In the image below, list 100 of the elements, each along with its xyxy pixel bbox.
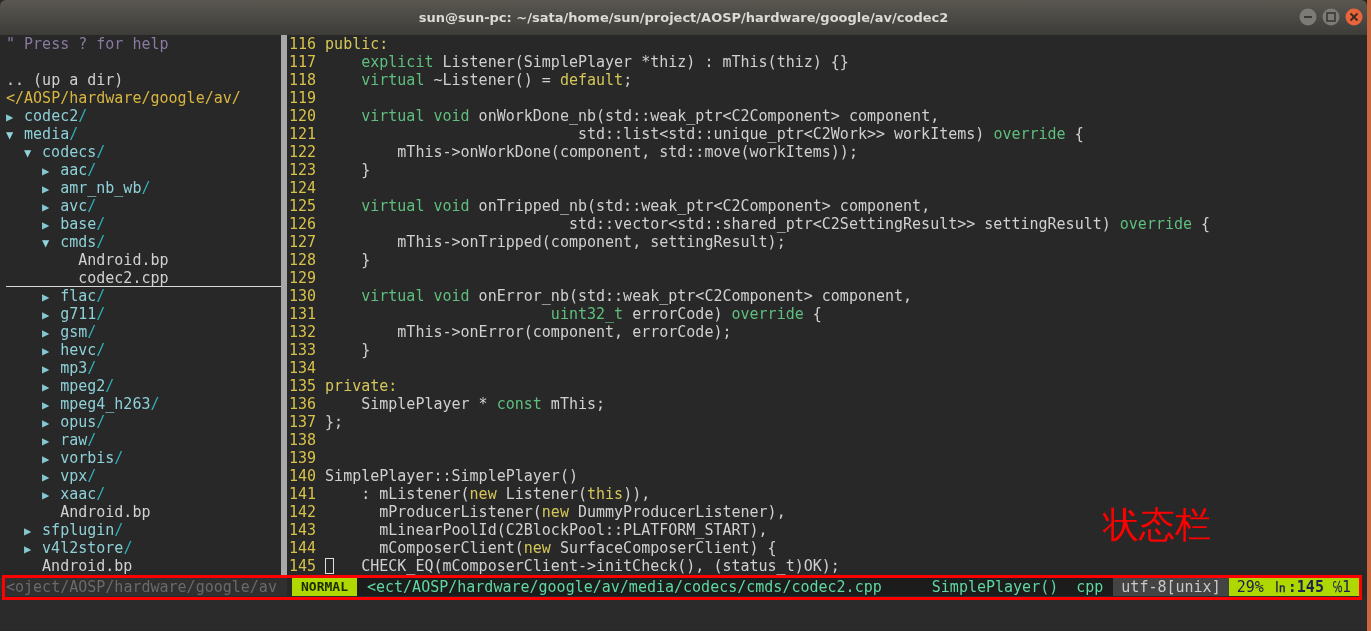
line-number: 120 — [289, 107, 317, 125]
folder-item[interactable]: mpeg4_h263/ — [60, 395, 160, 413]
folder-item[interactable]: codecs/ — [42, 143, 106, 161]
status-path: <oject/AOSP/hardware/google/av — [6, 578, 277, 596]
line-number: 141 — [289, 485, 317, 503]
collapsed-arrow-icon: ▶ — [42, 470, 50, 484]
code-line: mLinearPoolId(C2BlockPool::PLATFORM_START), — [378, 521, 768, 539]
line-number: 133 — [289, 341, 317, 359]
code-line: mProducerListener(new DummyProducerListener), — [378, 503, 786, 521]
folder-item[interactable]: cmds/ — [60, 233, 106, 251]
root-path: </AOSP/hardware/google/av/ — [6, 89, 241, 107]
line-number: 125 — [289, 197, 317, 215]
column-number: ℅1 — [1332, 578, 1351, 596]
folder-item[interactable]: media/ — [24, 125, 79, 143]
collapsed-arrow-icon: ▶ — [42, 434, 50, 448]
collapsed-arrow-icon: ▶ — [42, 398, 50, 412]
line-number: 135 — [289, 377, 317, 395]
folder-item[interactable]: flac/ — [60, 287, 106, 305]
folder-item[interactable]: raw/ — [60, 431, 97, 449]
close-icon[interactable] — [1345, 8, 1363, 26]
expanded-arrow-icon: ▼ — [24, 146, 32, 160]
line-number: 140 — [289, 467, 317, 485]
file-encoding: utf-8[unix] — [1113, 578, 1229, 596]
folder-item[interactable]: base/ — [60, 215, 106, 233]
expanded-arrow-icon: ▼ — [6, 128, 14, 142]
file-item[interactable]: Android.bp — [60, 503, 151, 521]
line-number: 121 — [289, 125, 317, 143]
code-line: SimplePlayer::SimplePlayer() — [325, 467, 578, 485]
collapsed-arrow-icon: ▶ — [42, 344, 50, 358]
parent-dir-link[interactable]: .. (up a dir) — [6, 71, 124, 89]
function-name: SimplePlayer() — [931, 578, 1060, 596]
line-number: 137 — [289, 413, 317, 431]
line-number: 128 — [289, 251, 317, 269]
collapsed-arrow-icon: ▶ — [42, 452, 50, 466]
collapsed-arrow-icon: ▶ — [42, 200, 50, 214]
folder-item[interactable]: opus/ — [60, 413, 106, 431]
folder-item[interactable]: codec2/ — [24, 107, 88, 125]
folder-item[interactable]: gsm/ — [60, 323, 97, 341]
collapsed-arrow-icon: ▶ — [42, 308, 50, 322]
collapsed-arrow-icon: ▶ — [42, 218, 50, 232]
line-number: 126 — [289, 215, 317, 233]
folder-item[interactable]: vorbis/ — [60, 449, 124, 467]
collapsed-arrow-icon: ▶ — [42, 290, 50, 304]
minimize-icon[interactable] — [1299, 8, 1317, 26]
code-line: virtual void onError_nb(std::weak_ptr<C2Component> component, — [360, 287, 913, 305]
code-line: CHECK_EQ(mComposerClient->initCheck(), (status_t)OK); — [360, 557, 840, 575]
code-line: virtual void onWorkDone_nb(std::weak_ptr<C2Component> component, — [360, 107, 940, 125]
folder-item[interactable]: avc/ — [60, 197, 97, 215]
collapsed-arrow-icon: ▶ — [24, 524, 32, 538]
code-line: uint32_t errorCode) override { — [549, 305, 822, 323]
line-number: 122 — [289, 143, 317, 161]
folder-item[interactable]: aac/ — [60, 161, 97, 179]
file-type: cpp — [1076, 578, 1105, 596]
collapsed-arrow-icon: ▶ — [42, 380, 50, 394]
collapsed-arrow-icon: ▶ — [24, 542, 32, 556]
collapsed-arrow-icon: ▶ — [42, 416, 50, 430]
code-line: mThis->onWorkDone(component, std::move(workItems)); — [396, 143, 858, 161]
line-number: 124 — [289, 179, 317, 197]
code-line: }; — [325, 413, 344, 431]
line-number: 127 — [289, 233, 317, 251]
code-line: : mListener(new Listener(this)), — [360, 485, 651, 503]
folder-item[interactable]: sfplugin/ — [42, 521, 124, 539]
line-number: 145 — [289, 557, 317, 575]
line-number: 143 — [289, 521, 317, 539]
collapsed-arrow-icon: ▶ — [42, 488, 50, 502]
line-number: 130 — [289, 287, 317, 305]
scroll-percent: 29% — [1236, 578, 1264, 596]
code-line: mComposerClient(new SurfaceComposerClient) { — [378, 539, 777, 557]
folder-item[interactable]: v4l2store/ — [42, 539, 133, 557]
file-item[interactable]: Android.bp — [78, 251, 169, 269]
line-number: 134 — [289, 359, 317, 377]
folder-item[interactable]: mp3/ — [60, 359, 97, 377]
code-line: public: — [325, 35, 389, 53]
code-line: virtual ~Listener() = default; — [360, 71, 633, 89]
code-line: SimplePlayer * const mThis; — [360, 395, 606, 413]
mode-indicator: NORMAL — [292, 578, 357, 596]
folder-item[interactable]: hevc/ — [60, 341, 106, 359]
file-item[interactable]: Android.bp — [42, 557, 133, 575]
collapsed-arrow-icon: ▶ — [42, 182, 50, 196]
code-line: } — [360, 161, 371, 179]
code-line: std::vector<std::shared_ptr<C2SettingResult>> settingResult) override { — [567, 215, 1211, 233]
code-line: } — [360, 251, 371, 269]
line-number: ㏑:145 — [1272, 578, 1324, 596]
code-line: } — [360, 341, 371, 359]
line-number: 132 — [289, 323, 317, 341]
annotation-label: 状态栏 — [1103, 503, 1211, 547]
line-number: 131 — [289, 305, 317, 323]
folder-item[interactable]: vpx/ — [60, 467, 97, 485]
file-item[interactable]: codec2.cpp — [78, 269, 169, 286]
line-number: 129 — [289, 269, 317, 287]
folder-item[interactable]: amr_nb_wb/ — [60, 179, 151, 197]
line-number: 144 — [289, 539, 317, 557]
code-line: private: — [325, 377, 398, 395]
line-number: 123 — [289, 161, 317, 179]
line-number: 117 — [289, 53, 317, 71]
collapsed-arrow-icon: ▶ — [42, 326, 50, 340]
folder-item[interactable]: xaac/ — [60, 485, 106, 503]
folder-item[interactable]: g711/ — [60, 305, 106, 323]
folder-item[interactable]: mpeg2/ — [60, 377, 115, 395]
maximize-icon[interactable] — [1322, 8, 1340, 26]
